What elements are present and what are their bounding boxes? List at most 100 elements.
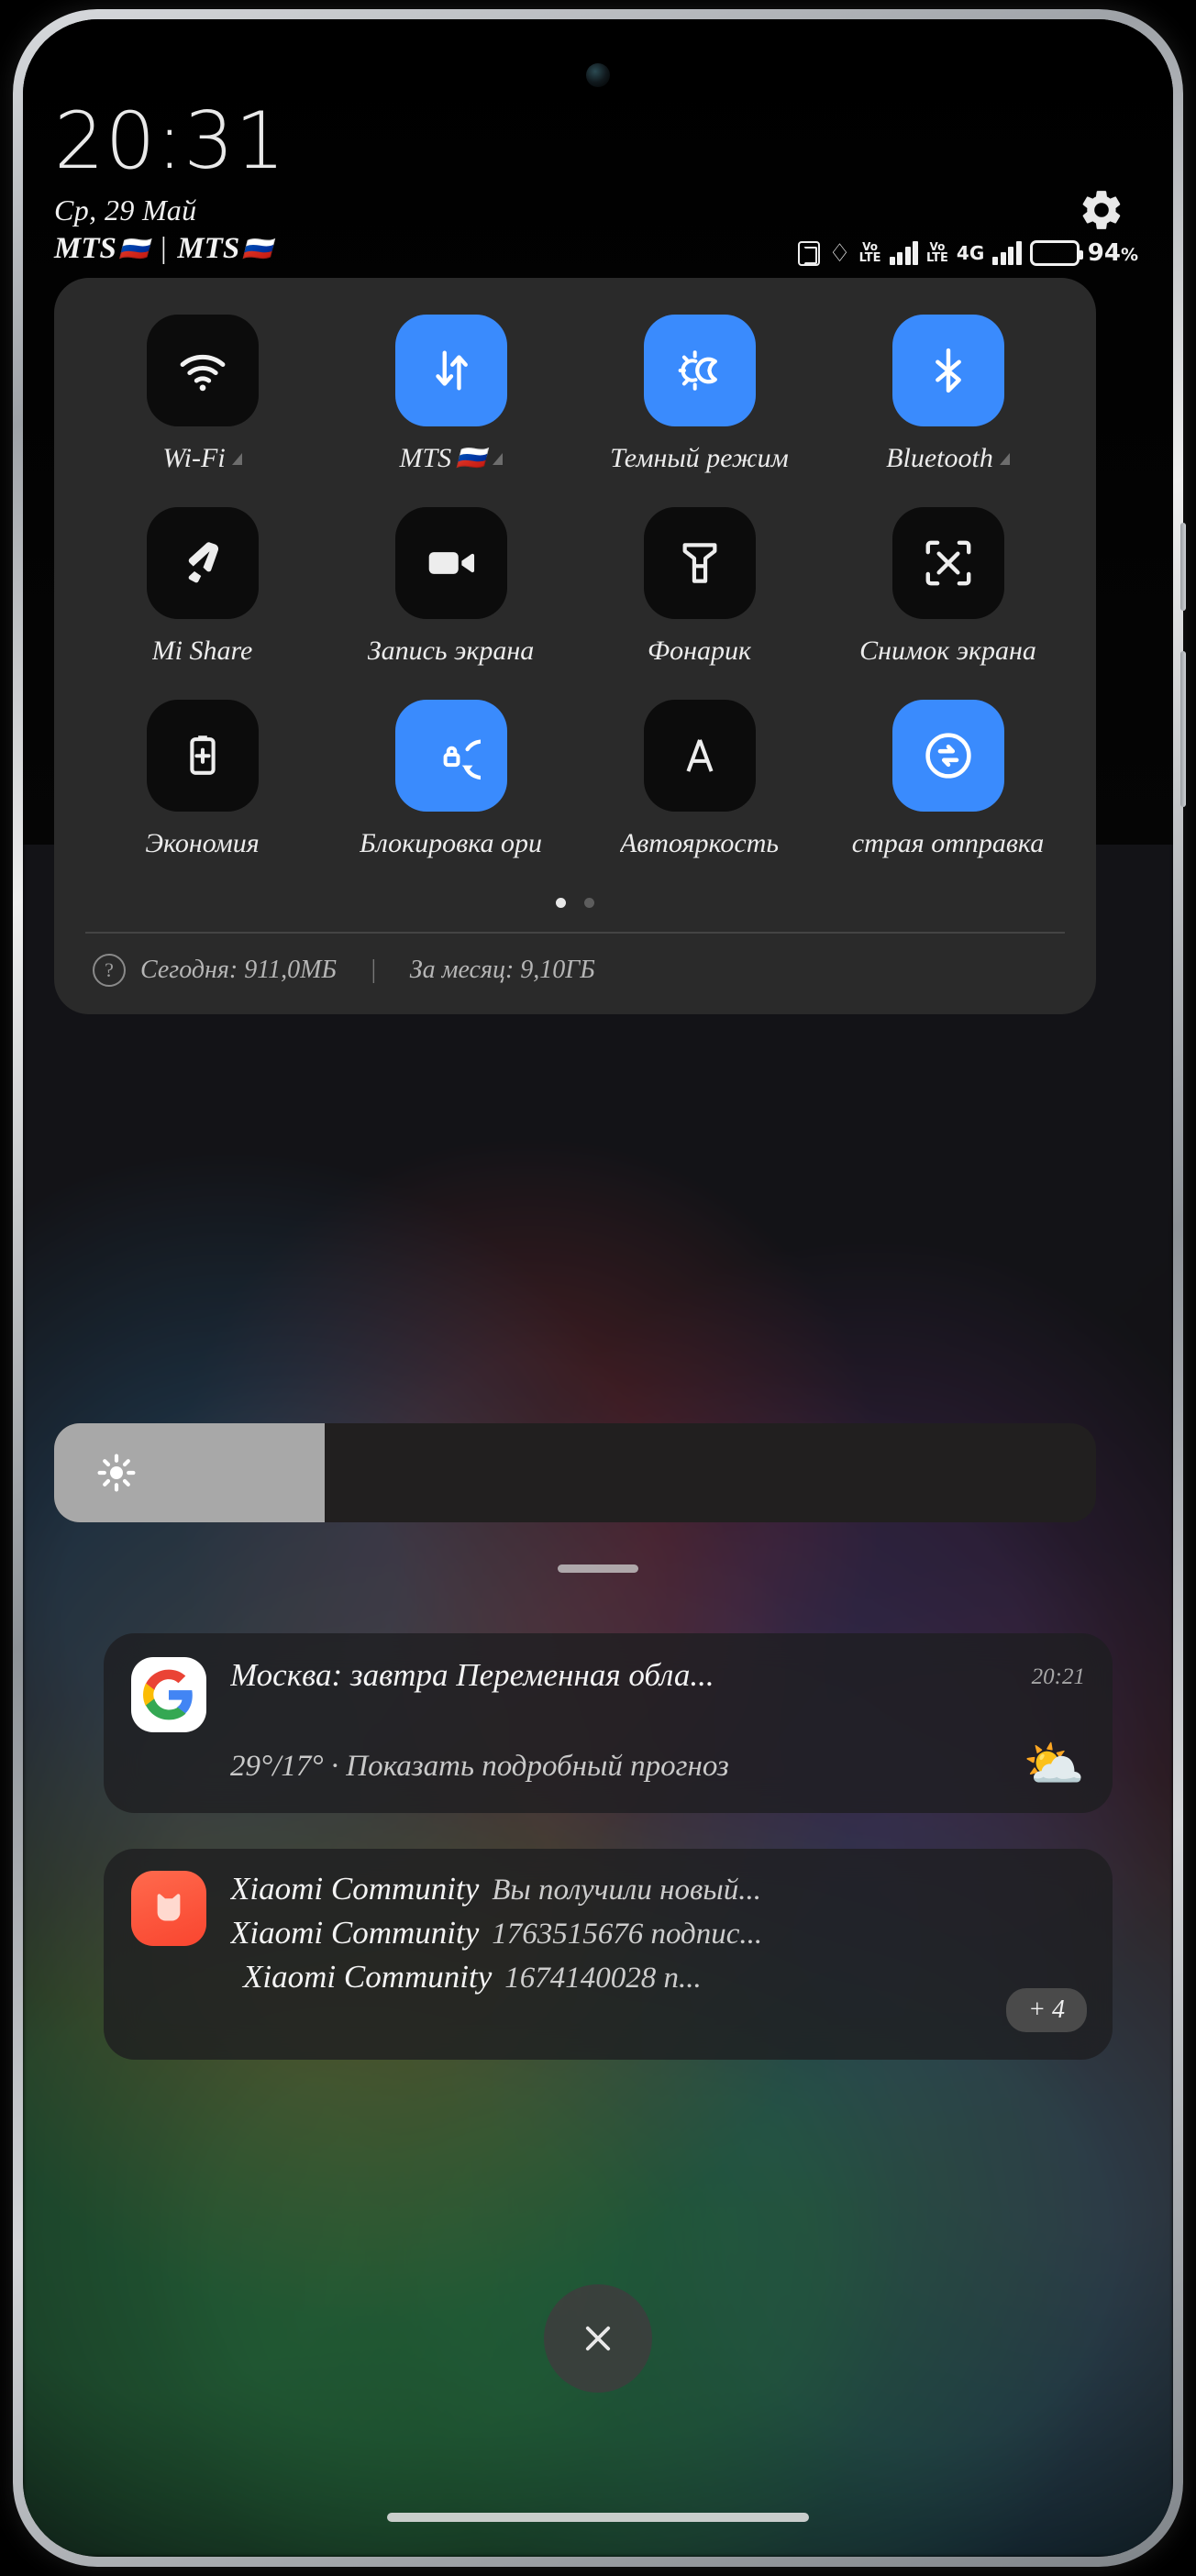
qs-tile-mobile-data[interactable]: MTS 🇷🇺 <box>327 315 575 474</box>
notification-time: 20:21 <box>1031 1664 1085 1689</box>
rotation-lock-icon <box>443 739 481 780</box>
qs-tile-battery-saver-label: Экономия <box>145 828 260 858</box>
screenshot-icon <box>925 540 970 586</box>
mobile-data-icon <box>435 350 468 391</box>
close-shade-button[interactable] <box>544 2284 652 2393</box>
battery-icon <box>1029 240 1083 266</box>
list-item[interactable]: Xiaomi Community 1763515676 подпис... <box>230 1915 1085 1951</box>
quick-settings-pager[interactable] <box>54 898 1096 908</box>
qs-tile-bluetooth-label: Bluetooth <box>886 443 1010 474</box>
notification-google[interactable]: Москва: завтра Переменная обла... 20:21 … <box>104 1633 1113 1813</box>
qs-tile-quick-share-label: страя отправка <box>851 828 1045 858</box>
home-indicator[interactable] <box>387 2513 809 2522</box>
flashlight-icon <box>682 543 716 583</box>
notification-text: 29°/17° · Показать подробный прогноз <box>230 1749 729 1783</box>
notification-message: 1763515676 подпис... <box>492 1918 763 1951</box>
data-usage-row[interactable]: ? Сегодня: 911,0МБ | За месяц: 9,10ГБ <box>54 934 1096 1014</box>
power-button[interactable] <box>1180 651 1186 807</box>
qs-tile-rotation-lock[interactable]: Блокировка ори <box>327 700 575 859</box>
pager-dot-2[interactable] <box>584 898 594 908</box>
qs-tile-screenshot-label: Снимок экрана <box>859 636 1036 666</box>
signal-bars-sim2 <box>992 241 1022 265</box>
chevron-expand-icon[interactable] <box>231 452 242 465</box>
qs-tile-wifi[interactable]: Wi-Fi <box>78 315 327 474</box>
wifi-icon <box>180 354 225 392</box>
status-bar-icons: ♢ Vo LTE Vo LTE 4G 94% <box>798 239 1138 267</box>
qs-tile-screenshot-button[interactable] <box>891 507 1004 619</box>
qs-tile-dark-mode-button[interactable] <box>643 315 756 426</box>
qs-tile-flashlight[interactable]: Фонарик <box>575 507 824 667</box>
qs-tile-flashlight-button[interactable] <box>643 507 756 619</box>
qs-tile-battery-saver-button[interactable] <box>146 700 259 812</box>
chevron-expand-icon[interactable] <box>999 452 1010 465</box>
qs-tile-screen-record-label: Запись экрана <box>367 636 535 666</box>
weather-icon: ⛅ <box>1023 1737 1085 1792</box>
qs-tile-quick-share-button[interactable] <box>891 700 1004 812</box>
phone-screen: 20:31 Ср, 29 Май MTS 🇷🇺 | MTS 🇷🇺 ♢ Vo LT… <box>23 19 1173 2557</box>
flag-icon-sim2: 🇷🇺 <box>242 235 272 262</box>
qs-tile-bluetooth-button[interactable] <box>891 315 1004 426</box>
notification-message: Вы получили новый... <box>492 1874 761 1907</box>
qs-tile-screen-record[interactable]: Запись экрана <box>327 507 575 667</box>
qs-tile-wifi-label: Wi-Fi <box>162 443 242 474</box>
bluetooth-icon <box>935 348 961 393</box>
battery-saver-icon <box>189 735 216 775</box>
clock-date: Ср, 29 Май <box>54 193 197 227</box>
qs-tile-dark-mode-label: Темный режим <box>610 443 789 473</box>
shade-drag-handle[interactable] <box>558 1564 638 1573</box>
list-item[interactable]: Xiaomi Community 1674140028 n... <box>230 1959 1085 1996</box>
notification-xiaomi-community[interactable]: Xiaomi Community Вы получили новый... Xi… <box>104 1849 1113 2060</box>
bluetooth-icon: ♢ <box>828 238 851 267</box>
qs-tile-mobile-data-button[interactable] <box>394 315 507 426</box>
notification-title: Москва: завтра Переменная обла... <box>230 1657 714 1693</box>
qs-tile-rotation-lock-button[interactable] <box>394 700 507 812</box>
chevron-expand-icon[interactable] <box>492 452 503 465</box>
flag-icon: 🇷🇺 <box>456 445 486 471</box>
notification-app-name: Xiaomi Community <box>230 1915 480 1951</box>
battery-percent-label: 94% <box>1087 239 1138 267</box>
qs-tile-battery-saver[interactable]: Экономия <box>78 700 327 859</box>
brightness-slider-fill[interactable] <box>54 1423 326 1522</box>
google-icon <box>131 1657 206 1732</box>
data-usage-today: Сегодня: 911,0МБ <box>140 955 338 984</box>
qs-tile-auto-brightness[interactable]: Автояркость <box>575 700 824 859</box>
auto-brightness-icon <box>685 739 714 772</box>
phone-frame: 20:31 Ср, 29 Май MTS 🇷🇺 | MTS 🇷🇺 ♢ Vo LT… <box>13 9 1186 2567</box>
qs-tile-rotation-lock-label: Блокировка ори <box>360 828 542 858</box>
flag-icon-sim1: 🇷🇺 <box>118 235 150 262</box>
qs-tile-auto-brightness-button[interactable] <box>643 700 756 812</box>
volume-button[interactable] <box>1180 523 1186 611</box>
qs-tile-screenshot[interactable]: Снимок экрана <box>824 507 1072 667</box>
qs-tile-mi-share-button[interactable] <box>146 507 259 619</box>
notification-app-name: Xiaomi Community <box>243 1959 493 1995</box>
volte-icon-sim1: Vo LTE <box>858 241 881 265</box>
qs-tile-mi-share-label: Mi Share <box>151 636 253 666</box>
brightness-slider[interactable] <box>54 1423 1096 1522</box>
clock-time: 20:31 <box>54 95 286 187</box>
volte-sub-label-2: LTE <box>926 250 948 265</box>
qs-tile-quick-share[interactable]: страя отправка <box>824 700 1072 859</box>
qs-tile-mi-share[interactable]: Mi Share <box>78 507 327 667</box>
qs-tile-bluetooth[interactable]: Bluetooth <box>824 315 1072 474</box>
close-icon <box>585 2326 611 2351</box>
carrier-name-sim2: MTS <box>177 232 240 265</box>
volte-icon-sim2: Vo LTE <box>926 241 948 265</box>
xiaomi-community-icon <box>131 1871 206 1946</box>
volte-sub-label: LTE <box>858 250 881 265</box>
carrier-separator: | <box>159 232 168 265</box>
qs-tile-dark-mode[interactable]: Темный режим <box>575 315 824 474</box>
qs-tile-screen-record-button[interactable] <box>394 507 507 619</box>
notification-message: 1674140028 n... <box>504 1962 702 1995</box>
nfc-icon <box>798 240 821 266</box>
data-usage-separator: | <box>370 955 377 984</box>
settings-gear-button[interactable] <box>1078 186 1125 238</box>
quick-share-icon <box>925 733 971 779</box>
help-icon[interactable]: ? <box>93 953 126 987</box>
signal-bars-sim1 <box>889 241 919 265</box>
network-type-label: 4G <box>956 242 985 264</box>
notification-app-name: Xiaomi Community <box>230 1871 480 1907</box>
qs-tile-wifi-button[interactable] <box>146 315 259 426</box>
notification-more-badge[interactable]: + 4 <box>1006 1988 1087 2032</box>
pager-dot-1[interactable] <box>556 898 566 908</box>
list-item[interactable]: Xiaomi Community Вы получили новый... <box>230 1871 1085 1907</box>
